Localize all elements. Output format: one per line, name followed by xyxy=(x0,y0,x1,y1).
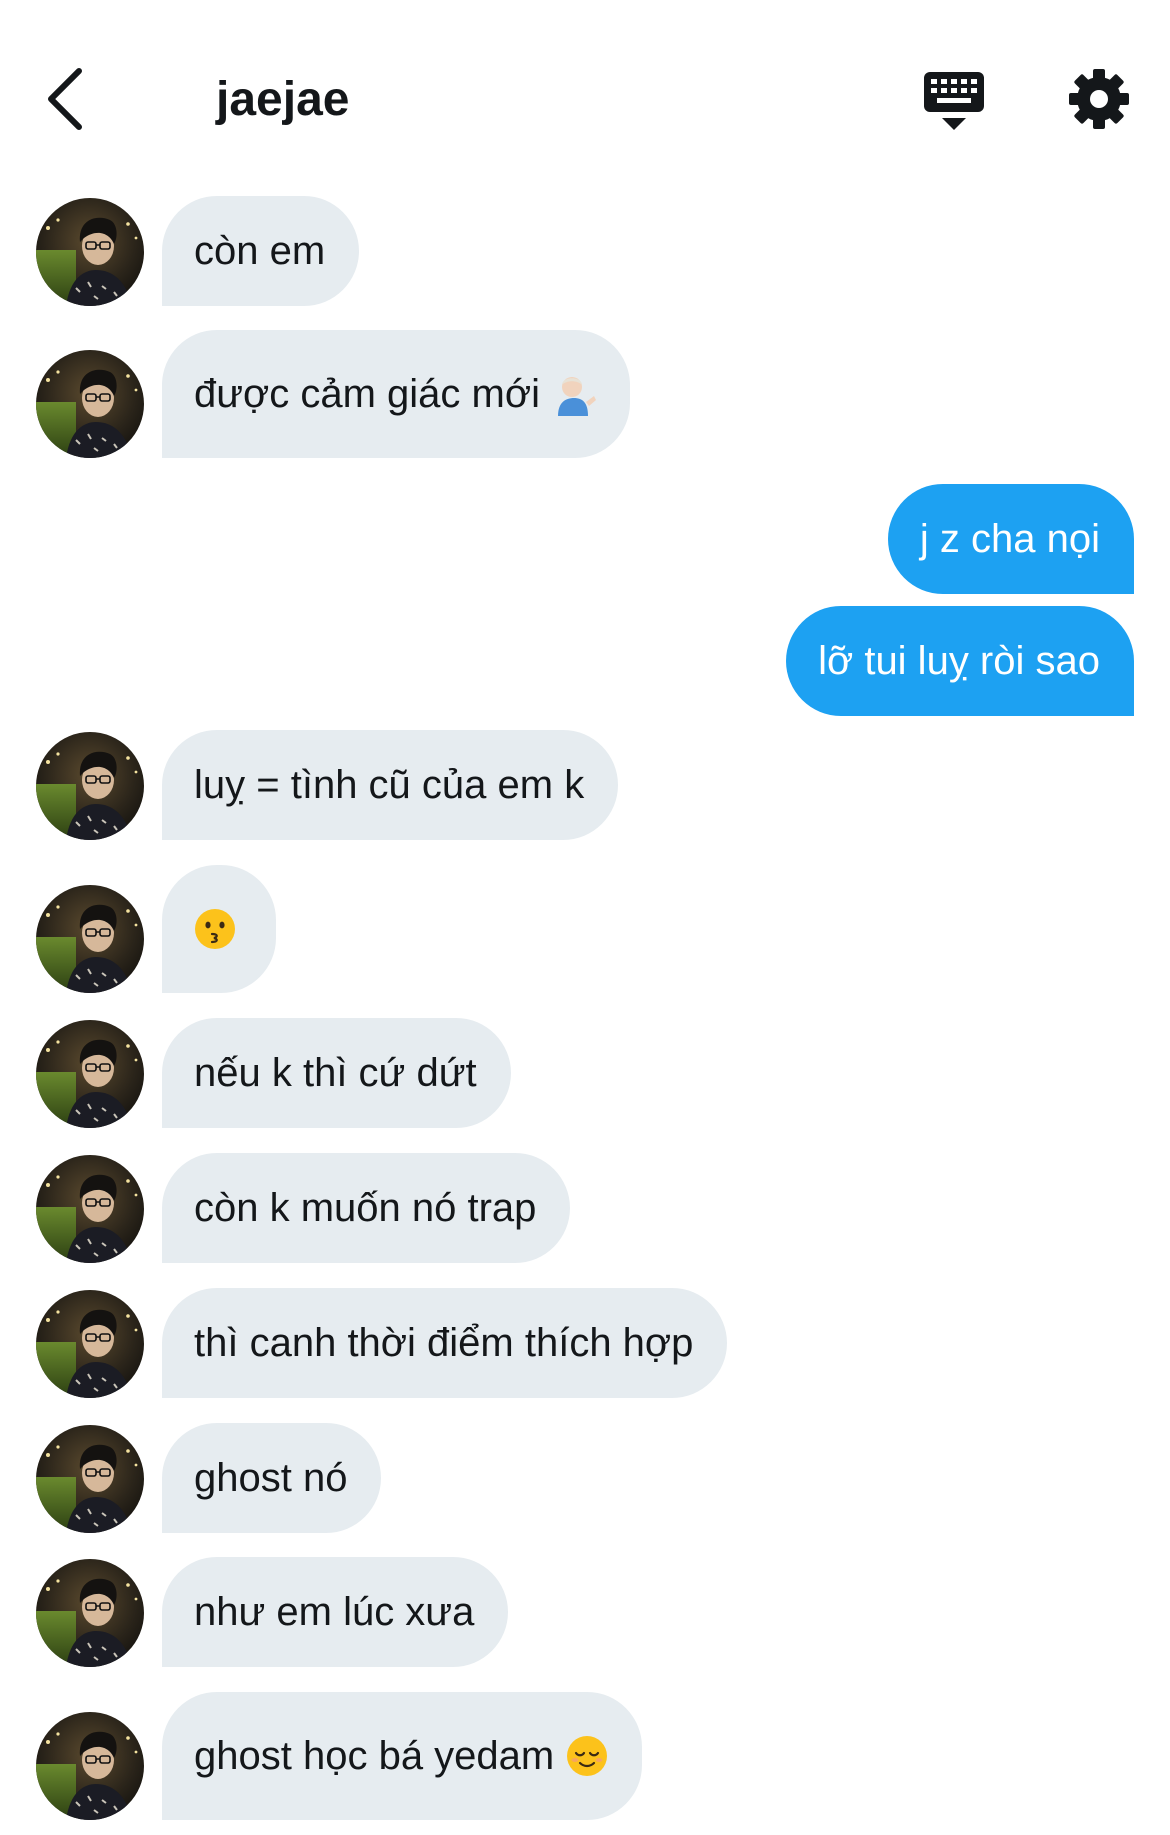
message-bubble-incoming[interactable]: còn em xyxy=(162,196,360,306)
message-bubble-incoming[interactable]: còn k muốn nó trap xyxy=(162,1153,571,1263)
message-row: luỵ = tình cũ của em k xyxy=(0,730,1170,840)
message-row: còn k muốn nó trap xyxy=(0,1153,1170,1263)
message-bubble-incoming[interactable]: được cảm giác mới xyxy=(162,330,630,458)
keyboard-button[interactable] xyxy=(922,70,986,134)
avatar[interactable] xyxy=(36,885,144,993)
message-text: ghost nó xyxy=(194,1456,348,1500)
message-text: luỵ = tình cũ của em k xyxy=(194,763,585,807)
avatar[interactable] xyxy=(36,198,144,306)
message-bubble-incoming[interactable]: luỵ = tình cũ của em k xyxy=(162,730,619,840)
message-row: như em lúc xưa xyxy=(0,1557,1170,1667)
message-text: thì canh thời điểm thích hợp xyxy=(194,1321,694,1365)
message-text: còn k muốn nó trap xyxy=(194,1186,537,1230)
message-row: ghost học bá yedam xyxy=(0,1692,1170,1820)
avatar[interactable] xyxy=(36,1559,144,1667)
message-bubble-incoming[interactable]: ghost học bá yedam xyxy=(162,1692,643,1820)
message-row xyxy=(0,865,1170,993)
message-bubble-incoming[interactable]: như em lúc xưa xyxy=(162,1557,509,1667)
message-row: j z cha nọi xyxy=(0,484,1170,594)
message-text: được cảm giác mới xyxy=(194,372,540,416)
settings-button[interactable] xyxy=(1068,68,1130,130)
avatar[interactable] xyxy=(36,1290,144,1398)
message-text: j z cha nọi xyxy=(919,517,1100,561)
avatar[interactable] xyxy=(36,1425,144,1533)
message-text: như em lúc xưa xyxy=(194,1590,475,1634)
message-text: còn em xyxy=(194,229,326,273)
message-bubble-incoming[interactable]: ghost nó xyxy=(162,1423,382,1533)
back-button[interactable] xyxy=(40,62,90,136)
avatar[interactable] xyxy=(36,1020,144,1128)
chevron-left-icon xyxy=(48,68,82,130)
message-row: thì canh thời điểm thích hợp xyxy=(0,1288,1170,1398)
message-bubble-incoming[interactable]: nếu k thì cứ dứt xyxy=(162,1018,511,1128)
avatar[interactable] xyxy=(36,1155,144,1263)
avatar[interactable] xyxy=(36,732,144,840)
person-tipping-hand-emoji xyxy=(557,377,596,416)
chat-header: jaejae xyxy=(0,0,1170,180)
keyboard-icon xyxy=(924,72,984,130)
message-text: lỡ tui luỵ ròi sao xyxy=(818,639,1100,683)
message-bubble-outgoing[interactable]: j z cha nọi xyxy=(887,484,1134,594)
message-bubble-outgoing[interactable]: lỡ tui luỵ ròi sao xyxy=(786,606,1134,716)
message-text: ghost học bá yedam xyxy=(194,1734,555,1778)
message-row: còn em xyxy=(0,196,1170,306)
message-bubble-incoming[interactable] xyxy=(162,865,276,993)
avatar[interactable] xyxy=(36,1712,144,1820)
message-text: nếu k thì cứ dứt xyxy=(194,1051,477,1095)
relieved-face-emoji xyxy=(567,1736,608,1776)
kissing-face-emoji xyxy=(195,909,235,949)
message-row: ghost nó xyxy=(0,1423,1170,1533)
avatar[interactable] xyxy=(36,350,144,458)
message-row: lỡ tui luỵ ròi sao xyxy=(0,606,1170,716)
message-row: nếu k thì cứ dứt xyxy=(0,1018,1170,1128)
message-row: được cảm giác mới xyxy=(0,330,1170,458)
message-bubble-incoming[interactable]: thì canh thời điểm thích hợp xyxy=(162,1288,728,1398)
gear-icon xyxy=(1069,69,1129,129)
conversation-title: jaejae xyxy=(216,73,350,126)
